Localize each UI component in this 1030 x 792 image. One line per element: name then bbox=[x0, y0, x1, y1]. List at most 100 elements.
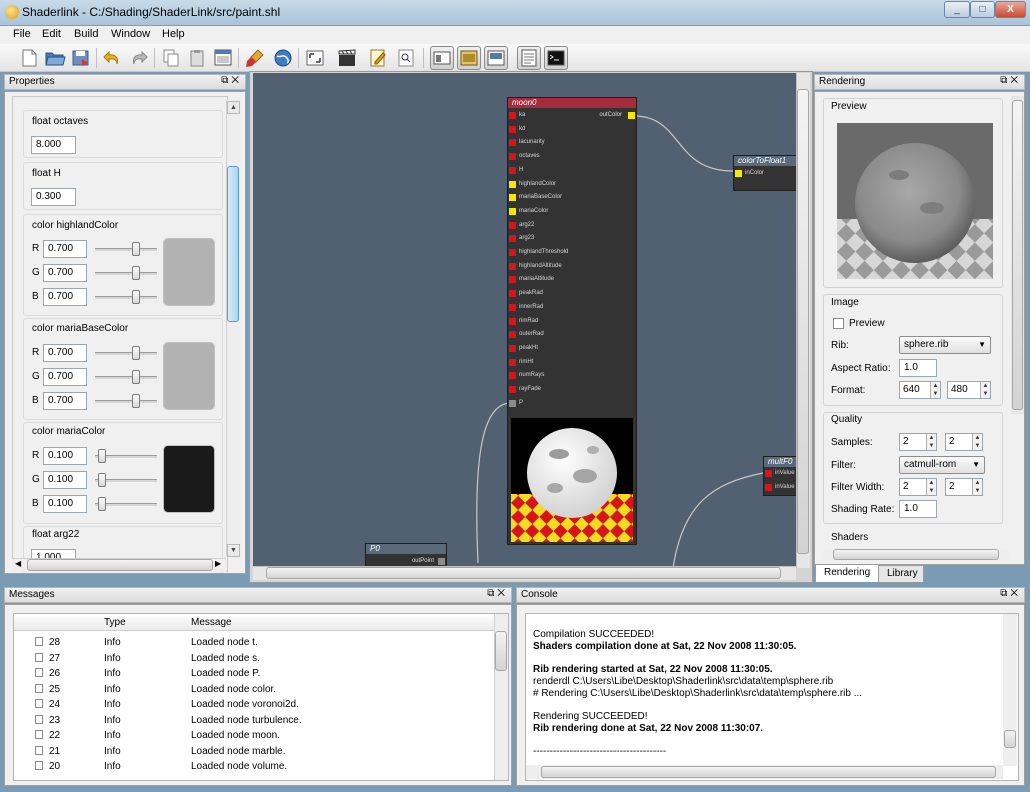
open-folder-icon[interactable] bbox=[44, 47, 66, 69]
menu-help[interactable]: Help bbox=[162, 27, 185, 41]
samples-y-spin[interactable]: 2 ▲ ▼ bbox=[945, 433, 983, 451]
format-height-spin[interactable]: 480 ▲ ▼ bbox=[947, 381, 991, 399]
column-message[interactable]: Message bbox=[191, 617, 232, 628]
table-row[interactable]: 26 Info Loaded node P. bbox=[35, 666, 302, 682]
maria-base-r-field[interactable]: 0.700 bbox=[43, 344, 87, 362]
scroll-down-icon[interactable]: ▼ bbox=[227, 544, 240, 557]
column-type[interactable]: Type bbox=[104, 617, 126, 628]
spin-arrows-icon[interactable]: ▲ ▼ bbox=[980, 382, 990, 398]
highland-g-slider[interactable] bbox=[95, 272, 157, 275]
slider-thumb[interactable] bbox=[98, 449, 106, 463]
filter-width-x-spin[interactable]: 2 ▲ ▼ bbox=[899, 478, 937, 496]
maria-base-g-field[interactable]: 0.700 bbox=[43, 368, 87, 386]
input-port[interactable] bbox=[509, 235, 516, 243]
table-row[interactable]: 20 Info Loaded node volume. bbox=[35, 759, 302, 775]
redo-icon[interactable] bbox=[128, 47, 150, 69]
properties-hscroll-thumb[interactable] bbox=[27, 559, 213, 571]
highland-r-field[interactable]: 0.700 bbox=[43, 240, 87, 258]
messages-float-close-icon[interactable]: ⧉✕ bbox=[487, 588, 508, 599]
highland-color-swatch[interactable] bbox=[163, 238, 215, 306]
paste-icon[interactable] bbox=[186, 47, 208, 69]
console-hscroll-thumb[interactable] bbox=[541, 766, 996, 778]
p-node[interactable]: P0 outPoint bbox=[365, 543, 447, 568]
spin-arrows-icon[interactable]: ▲ ▼ bbox=[972, 479, 982, 495]
node-graph-canvas[interactable]: moon0 ka kd lacunarity octaves HhighlandColo… bbox=[253, 73, 810, 568]
samples-x-spin[interactable]: 2 ▲ ▼ bbox=[899, 433, 937, 451]
maria-base-b-slider[interactable] bbox=[95, 400, 157, 403]
maria-color-swatch[interactable] bbox=[163, 445, 215, 513]
slider-thumb[interactable] bbox=[98, 473, 106, 487]
out-color-port[interactable] bbox=[628, 112, 635, 119]
out-point-port[interactable] bbox=[438, 558, 445, 565]
input-port[interactable] bbox=[509, 344, 516, 352]
toggle-properties-icon[interactable] bbox=[430, 46, 454, 70]
spin-arrows-icon[interactable]: ▲ ▼ bbox=[926, 479, 936, 495]
copy-icon[interactable] bbox=[160, 47, 182, 69]
input-port[interactable] bbox=[509, 262, 516, 270]
maria-base-b-field[interactable]: 0.700 bbox=[43, 392, 87, 410]
h-field[interactable]: 0.300 bbox=[31, 188, 76, 206]
menu-edit[interactable]: Edit bbox=[42, 27, 61, 41]
in-value-port[interactable] bbox=[765, 484, 772, 491]
octaves-field[interactable]: 8.000 bbox=[31, 136, 76, 154]
table-row[interactable]: 28 Info Loaded node t. bbox=[35, 635, 302, 651]
moon-node[interactable]: moon0 ka kd lacunarity octaves HhighlandColo… bbox=[507, 97, 637, 545]
close-button[interactable]: X bbox=[995, 1, 1026, 18]
format-width-spin[interactable]: 640 ▲ ▼ bbox=[899, 381, 941, 399]
canvas-vscroll-thumb[interactable] bbox=[797, 89, 809, 554]
input-port[interactable] bbox=[509, 112, 516, 119]
shading-rate-field[interactable]: 1.0 bbox=[899, 500, 937, 518]
slider-thumb[interactable] bbox=[132, 290, 140, 304]
console-output[interactable]: Compilation SUCCEEDED! Shaders compilatio… bbox=[525, 613, 1019, 781]
table-row[interactable]: 21 Info Loaded node marble. bbox=[35, 744, 302, 760]
toggle-rendering-icon[interactable] bbox=[484, 46, 508, 70]
console-scroll-thumb[interactable] bbox=[1004, 730, 1016, 748]
rendering-hscroll-thumb[interactable] bbox=[833, 549, 999, 560]
slider-thumb[interactable] bbox=[98, 497, 106, 511]
maria-base-g-slider[interactable] bbox=[95, 376, 157, 379]
console-float-close-icon[interactable]: ⧉✕ bbox=[1000, 588, 1021, 599]
brush-icon[interactable] bbox=[244, 47, 266, 69]
spin-arrows-icon[interactable]: ▲ ▼ bbox=[972, 434, 982, 450]
highland-b-field[interactable]: 0.700 bbox=[43, 288, 87, 306]
menu-file[interactable]: File bbox=[13, 27, 31, 41]
messages-scroll-thumb[interactable] bbox=[495, 631, 507, 671]
input-port[interactable] bbox=[509, 180, 516, 188]
in-color-port[interactable] bbox=[735, 170, 742, 177]
input-port[interactable] bbox=[509, 399, 516, 407]
input-port[interactable] bbox=[509, 290, 516, 298]
tab-library[interactable]: Library bbox=[878, 565, 924, 583]
input-port[interactable] bbox=[509, 207, 516, 215]
input-port[interactable] bbox=[509, 317, 516, 325]
canvas-hscroll-thumb[interactable] bbox=[266, 567, 781, 579]
toggle-terminal-icon[interactable] bbox=[544, 46, 568, 70]
table-row[interactable]: 25 Info Loaded node color. bbox=[35, 682, 302, 698]
edit-note-icon[interactable] bbox=[367, 47, 389, 69]
table-row[interactable]: 24 Info Loaded node voronoi2d. bbox=[35, 697, 302, 713]
input-port[interactable] bbox=[509, 153, 516, 161]
filter-width-y-spin[interactable]: 2 ▲ ▼ bbox=[945, 478, 983, 496]
rendering-vscroll-thumb[interactable] bbox=[1012, 100, 1023, 410]
maria-r-field[interactable]: 0.100 bbox=[43, 447, 87, 465]
scroll-up-icon[interactable]: ▲ bbox=[227, 101, 240, 114]
highland-r-slider[interactable] bbox=[95, 248, 157, 251]
maria-g-field[interactable]: 0.100 bbox=[43, 471, 87, 489]
maria-base-color-swatch[interactable] bbox=[163, 342, 215, 410]
scroll-left-icon[interactable]: ◀ bbox=[15, 559, 21, 568]
slider-thumb[interactable] bbox=[132, 266, 140, 280]
input-port[interactable] bbox=[509, 331, 516, 339]
tab-rendering[interactable]: Rendering bbox=[815, 564, 880, 582]
input-port[interactable] bbox=[509, 372, 516, 380]
undo-icon[interactable] bbox=[101, 47, 123, 69]
maximize-button[interactable]: □ bbox=[970, 1, 995, 18]
fullscreen-icon[interactable] bbox=[304, 47, 326, 69]
rendering-float-close-icon[interactable]: ⧉✕ bbox=[1000, 75, 1021, 86]
input-port[interactable] bbox=[509, 386, 516, 393]
table-row[interactable]: 23 Info Loaded node turbulence. bbox=[35, 713, 302, 729]
input-port[interactable] bbox=[509, 221, 516, 229]
slider-thumb[interactable] bbox=[132, 242, 140, 256]
properties-scroll-thumb[interactable] bbox=[227, 166, 239, 322]
input-port[interactable] bbox=[509, 303, 516, 311]
render-globe-icon[interactable] bbox=[272, 47, 294, 69]
input-port[interactable] bbox=[509, 166, 516, 174]
